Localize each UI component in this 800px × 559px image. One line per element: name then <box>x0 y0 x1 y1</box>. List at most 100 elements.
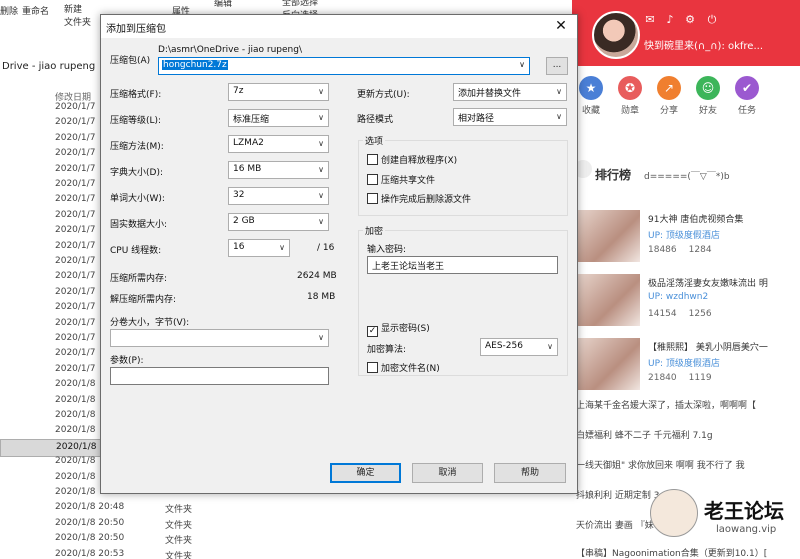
rank-item[interactable]: 极品淫荡淫妻女友嫩味流出 明 UP: wzdhwn2 14154 1256 <box>574 274 800 328</box>
quick-action-label: 收藏 <box>581 106 600 116</box>
file-date: 2020/1/8 <box>55 394 96 405</box>
sfx-label: 创建自释放程序(X) <box>381 156 458 166</box>
chevron-down-icon: ∨ <box>279 243 285 252</box>
update-label: 更新方式(U): <box>357 90 410 100</box>
file-type: 文件夹 <box>165 536 193 547</box>
file-date: 2020/1/7 <box>55 132 96 143</box>
thumbnail[interactable] <box>574 338 640 390</box>
file-row[interactable]: 2020/1/8 20:53 文件夹 <box>0 547 560 559</box>
item-title[interactable]: 【稚熙熙】 美乳小阴唇美穴一 <box>648 340 768 353</box>
comment-count: 1119 <box>688 373 712 383</box>
split-select[interactable]: ∨ <box>110 329 329 347</box>
show-password-checkbox[interactable]: ✓ 显示密码(S) <box>367 321 430 337</box>
rank-item[interactable]: 【稚熙熙】 美乳小阴唇美穴一 UP: 顶级度假酒店 21840 1119 <box>574 338 800 392</box>
task-icon: ✔ <box>735 76 759 100</box>
power-icon[interactable]: ⏻ <box>706 14 718 26</box>
cpu-select[interactable]: 16 ∨ <box>228 239 290 257</box>
file-date: 2020/1/7 <box>55 302 96 313</box>
post-link[interactable]: 一线天御姐" 求你放回来 啊啊 我不行了 我 <box>576 458 745 471</box>
view-count: 18486 <box>648 245 677 255</box>
archive-name-combo[interactable]: hongchun2.7z ∨ <box>158 57 530 75</box>
enc-method-label: 加密算法: <box>367 345 407 355</box>
update-select[interactable]: 添加并替换文件 ∨ <box>453 83 567 101</box>
format-select[interactable]: 7z ∨ <box>228 83 329 101</box>
rank-item[interactable]: 91大神 唐伯虎视频合集 UP: 顶级度假酒店 18486 1284 <box>574 210 800 264</box>
file-type: 文件夹 <box>165 505 193 516</box>
chevron-down-icon: ∨ <box>318 113 324 122</box>
checkbox-box <box>367 193 378 204</box>
chevron-down-icon: ∨ <box>556 112 562 121</box>
mem-compress-value: 2624 MB <box>297 271 337 281</box>
thumbnail[interactable] <box>574 210 640 262</box>
quick-action-0[interactable]: ★ 收藏 <box>574 76 608 116</box>
enc-method-select[interactable]: AES-256 ∨ <box>480 338 558 356</box>
item-stats: 14154 1256 <box>648 309 712 319</box>
close-button[interactable]: ✕ <box>547 16 575 36</box>
view-count: 21840 <box>648 373 677 383</box>
file-date: 2020/1/8 <box>56 441 97 452</box>
method-select[interactable]: LZMA2 ∨ <box>228 135 329 153</box>
quick-action-3[interactable]: ☺ 好友 <box>691 76 725 116</box>
delete-after-checkbox[interactable]: 操作完成后删除源文件 <box>367 192 471 205</box>
file-date: 2020/1/7 <box>55 317 96 328</box>
checkbox-box <box>367 154 378 165</box>
ribbon-new-folder[interactable]: 新建 文件夹 <box>64 4 94 30</box>
ribbon-edit[interactable]: 编辑 <box>214 0 232 9</box>
mail-icon[interactable]: ✉ <box>644 14 656 26</box>
archive-dir: D:\asmr\OneDrive - jiao rupeng\ <box>158 45 302 55</box>
welcome-text: 快到碗里来(∩_∩): okfre... <box>644 41 763 52</box>
file-date: 2020/1/7 <box>55 363 96 374</box>
bell-icon[interactable]: ♪ <box>664 14 676 26</box>
encrypt-title: 加密 <box>363 224 386 237</box>
file-row[interactable]: 2020/1/8 20:50 文件夹 <box>0 516 560 531</box>
password-input[interactable]: 上老王论坛当老王 <box>367 256 558 274</box>
encrypt-names-checkbox[interactable]: 加密文件名(N) <box>367 361 440 374</box>
path-mode-select[interactable]: 相对路径 ∨ <box>453 108 567 126</box>
view-count: 14154 <box>648 309 677 319</box>
help-button[interactable]: 帮助 <box>494 463 566 483</box>
ribbon-delete[interactable]: 删除 <box>0 4 18 17</box>
avatar[interactable] <box>592 11 640 59</box>
title-bar[interactable]: 添加到压缩包 ✕ <box>101 15 577 38</box>
item-title[interactable]: 91大神 唐伯虎视频合集 <box>648 212 743 225</box>
item-uploader[interactable]: UP: wzdhwn2 <box>648 292 708 302</box>
comment-count: 1256 <box>688 309 712 319</box>
quick-action-1[interactable]: ✪ 勋章 <box>613 76 647 116</box>
add-to-archive-dialog: 添加到压缩包 ✕ 压缩包(A) D:\asmr\OneDrive - jiao … <box>100 14 578 494</box>
dict-select[interactable]: 16 MB ∨ <box>228 161 329 179</box>
item-uploader[interactable]: UP: 顶级度假酒店 <box>648 356 720 369</box>
quick-action-label: 分享 <box>659 106 678 116</box>
sfx-checkbox[interactable]: 创建自释放程序(X) <box>367 153 457 166</box>
browse-button[interactable]: ... <box>546 57 568 75</box>
cancel-button[interactable]: 取消 <box>412 463 483 483</box>
ok-button[interactable]: 确定 <box>330 463 401 483</box>
ribbon-select-all[interactable]: 全部选择 <box>282 0 318 8</box>
archive-label: 压缩包(A) <box>110 56 151 66</box>
gear-icon[interactable]: ⚙ <box>684 14 696 26</box>
word-select[interactable]: 32 ∨ <box>228 187 329 205</box>
file-row[interactable]: 2020/1/8 20:50 文件夹 <box>0 531 560 546</box>
method-label: 压缩方法(M): <box>110 142 164 152</box>
file-date: 2020/1/7 <box>55 286 96 297</box>
post-link[interactable]: 白嫖福利 蜂不二子 千元福利 7.1g <box>576 428 713 441</box>
chevron-down-icon: ∨ <box>318 333 324 342</box>
solid-select[interactable]: 2 GB ∨ <box>228 213 329 231</box>
item-title[interactable]: 极品淫荡淫妻女友嫩味流出 明 <box>648 276 768 289</box>
shared-checkbox[interactable]: 压缩共享文件 <box>367 173 435 186</box>
post-link[interactable]: 【串稿】Nagoonimation合集（更新到10.1）[ <box>576 546 767 559</box>
share-icon: ↗ <box>657 76 681 100</box>
update-value: 添加并替换文件 <box>458 89 522 99</box>
quick-action-4[interactable]: ✔ 任务 <box>730 76 764 116</box>
file-date: 2020/1/7 <box>55 271 96 282</box>
dict-label: 字典大小(D): <box>110 168 163 178</box>
quick-action-2[interactable]: ↗ 分享 <box>652 76 686 116</box>
post-link[interactable]: 上海某千金名媛大深了，插太深啦，啊啊啊【 <box>576 398 756 411</box>
item-uploader[interactable]: UP: 顶级度假酒店 <box>648 228 720 241</box>
file-date: 2020/1/7 <box>55 225 96 236</box>
post-link[interactable]: 天价流出 妻画 『妹 <box>576 518 654 531</box>
ribbon-rename[interactable]: 重命名 <box>22 4 49 17</box>
thumbnail[interactable] <box>574 274 640 326</box>
file-row[interactable]: 2020/1/8 20:48 文件夹 <box>0 500 560 515</box>
params-input[interactable] <box>110 367 329 385</box>
level-select[interactable]: 标准压缩 ∨ <box>228 109 329 127</box>
